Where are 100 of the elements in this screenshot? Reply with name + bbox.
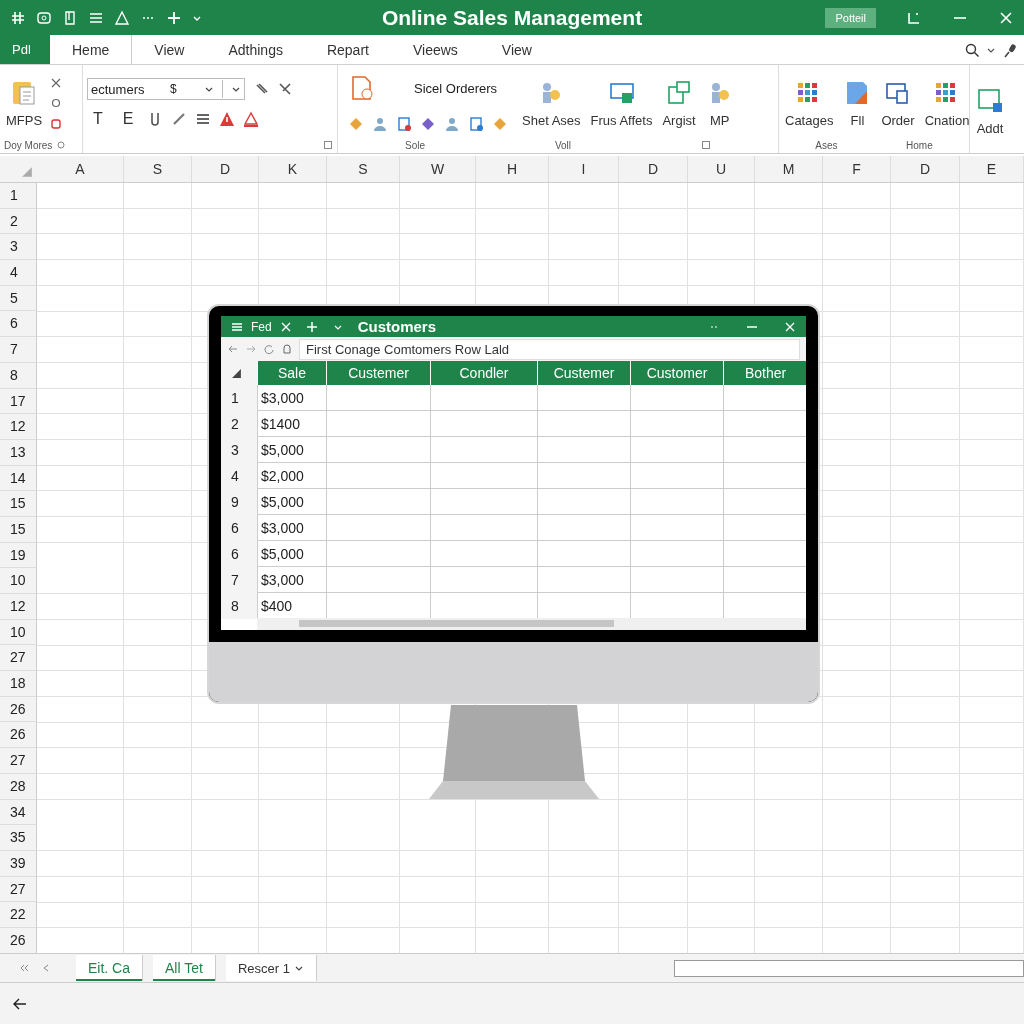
shape-icon[interactable] bbox=[420, 116, 436, 132]
scroll-left-icon[interactable] bbox=[18, 962, 30, 974]
row-header[interactable]: 35 bbox=[0, 825, 37, 851]
lock-icon[interactable] bbox=[281, 343, 293, 355]
document-icon[interactable] bbox=[468, 116, 484, 132]
column-header[interactable]: D bbox=[192, 156, 259, 182]
row-header[interactable]: 10 bbox=[0, 568, 37, 594]
column-header[interactable]: U bbox=[688, 156, 755, 182]
column-header[interactable]: A bbox=[37, 156, 124, 182]
dialog-launcher-icon[interactable] bbox=[701, 140, 711, 150]
row-header[interactable]: 7 bbox=[0, 337, 37, 363]
add-button[interactable]: Addt bbox=[974, 86, 1006, 136]
dialog-launcher-icon[interactable] bbox=[323, 140, 333, 150]
scrollbar[interactable] bbox=[257, 618, 806, 630]
document-icon[interactable] bbox=[396, 116, 412, 132]
ribbon-button[interactable]: Order bbox=[879, 78, 917, 128]
row-header[interactable]: 39 bbox=[0, 850, 37, 877]
column-header[interactable]: S bbox=[124, 156, 192, 182]
microphone-icon[interactable] bbox=[1002, 41, 1018, 58]
triangle-icon[interactable] bbox=[114, 9, 130, 26]
row-header[interactable]: 3 bbox=[0, 234, 37, 261]
sheet-tab[interactable]: Eit. Ca bbox=[76, 955, 143, 981]
row-header[interactable]: 5 bbox=[0, 285, 37, 312]
pen-icon[interactable] bbox=[171, 111, 188, 127]
ribbon-button[interactable]: Fll bbox=[841, 78, 874, 128]
file-tab[interactable]: Pdl bbox=[0, 35, 50, 64]
row-header[interactable]: 26 bbox=[0, 927, 37, 953]
row-header[interactable]: 27 bbox=[0, 876, 37, 903]
cut-icon[interactable] bbox=[50, 77, 63, 89]
plus-icon[interactable] bbox=[166, 9, 182, 26]
row-header[interactable]: 15 bbox=[0, 491, 37, 517]
document-icon[interactable] bbox=[62, 9, 78, 26]
column-header[interactable]: S bbox=[327, 156, 400, 182]
column-header[interactable]: K bbox=[259, 156, 327, 182]
row-header[interactable]: 26 bbox=[0, 696, 37, 723]
close-icon[interactable] bbox=[998, 9, 1014, 26]
horizontal-scrollbar[interactable] bbox=[674, 959, 1024, 977]
ribbon-button[interactable]: Catages bbox=[783, 78, 836, 128]
align-icon[interactable] bbox=[195, 111, 212, 127]
grid-icon[interactable] bbox=[10, 9, 26, 26]
person-icon[interactable] bbox=[372, 116, 388, 132]
close-icon[interactable] bbox=[784, 320, 796, 333]
ribbon-button[interactable]: Shet Ases bbox=[520, 78, 583, 128]
row-header[interactable]: 22 bbox=[0, 902, 37, 928]
row-header[interactable]: 2 bbox=[0, 208, 37, 235]
row-header[interactable]: 27 bbox=[0, 748, 37, 774]
font-color-icon[interactable] bbox=[243, 111, 260, 127]
sheet-tab[interactable]: All Tet bbox=[153, 955, 216, 981]
row-header[interactable]: 14 bbox=[0, 465, 37, 492]
column-header[interactable]: I bbox=[549, 156, 619, 182]
ribbon-button[interactable]: Argist bbox=[660, 78, 698, 128]
person-icon[interactable] bbox=[444, 116, 460, 132]
column-header[interactable]: D bbox=[891, 156, 960, 182]
warning-icon[interactable] bbox=[219, 111, 236, 127]
row-header[interactable]: 18 bbox=[0, 671, 37, 697]
row-header[interactable]: 6 bbox=[0, 311, 37, 338]
row-header[interactable]: 10 bbox=[0, 619, 37, 646]
dialog-launcher-icon[interactable] bbox=[56, 140, 67, 150]
column-header[interactable]: Customer bbox=[630, 361, 723, 385]
copy-icon[interactable] bbox=[50, 97, 63, 109]
row-header[interactable]: 34 bbox=[0, 799, 37, 826]
search-icon[interactable] bbox=[964, 41, 980, 58]
column-header[interactable]: Custemer bbox=[537, 361, 630, 385]
row-header[interactable]: 28 bbox=[0, 773, 37, 800]
row-header[interactable]: 8 bbox=[0, 362, 37, 389]
plus-icon[interactable] bbox=[305, 320, 318, 333]
row-header[interactable]: 13 bbox=[0, 439, 37, 466]
column-header[interactable]: Bother bbox=[723, 361, 806, 385]
paste-button[interactable]: MFPS bbox=[4, 78, 45, 128]
close-icon[interactable] bbox=[279, 320, 292, 333]
ribbon-button[interactable]: Frus Affets bbox=[588, 78, 655, 128]
row-header[interactable]: 15 bbox=[0, 516, 37, 543]
column-header[interactable]: H bbox=[476, 156, 549, 182]
column-header[interactable]: M bbox=[755, 156, 823, 182]
back-icon[interactable] bbox=[227, 343, 239, 355]
row-header[interactable]: 1 bbox=[0, 183, 37, 209]
menu-icon[interactable] bbox=[231, 320, 243, 333]
row-header[interactable]: 12 bbox=[0, 414, 37, 440]
column-header[interactable]: Condler bbox=[430, 361, 537, 385]
column-header[interactable]: Sale bbox=[257, 361, 326, 385]
select-all-icon[interactable] bbox=[231, 367, 242, 379]
row-header[interactable]: 17 bbox=[0, 388, 37, 415]
format-button[interactable]: T bbox=[87, 110, 109, 128]
sheet-tab[interactable]: Rescer 1 bbox=[225, 955, 317, 981]
format-painter-icon[interactable] bbox=[50, 117, 63, 129]
column-header[interactable]: F bbox=[823, 156, 891, 182]
refresh-icon[interactable] bbox=[263, 343, 275, 355]
column-header[interactable]: E bbox=[960, 156, 1024, 182]
ribbon-button[interactable]: Cnation bbox=[922, 78, 972, 128]
row-header[interactable]: 26 bbox=[0, 722, 37, 749]
address-field[interactable]: First Conage Comtomers Row Lald bbox=[299, 338, 800, 360]
column-header[interactable]: D bbox=[619, 156, 688, 182]
row-header[interactable]: 19 bbox=[0, 542, 37, 569]
column-header[interactable]: Custemer bbox=[326, 361, 430, 385]
row-header[interactable]: 27 bbox=[0, 645, 37, 672]
row-header[interactable]: 12 bbox=[0, 594, 37, 620]
format-button[interactable]: E bbox=[116, 110, 140, 128]
font-field[interactable]: ectumers $ bbox=[87, 78, 245, 100]
ribbon-button[interactable]: MP bbox=[703, 78, 736, 128]
column-header[interactable]: W bbox=[400, 156, 476, 182]
